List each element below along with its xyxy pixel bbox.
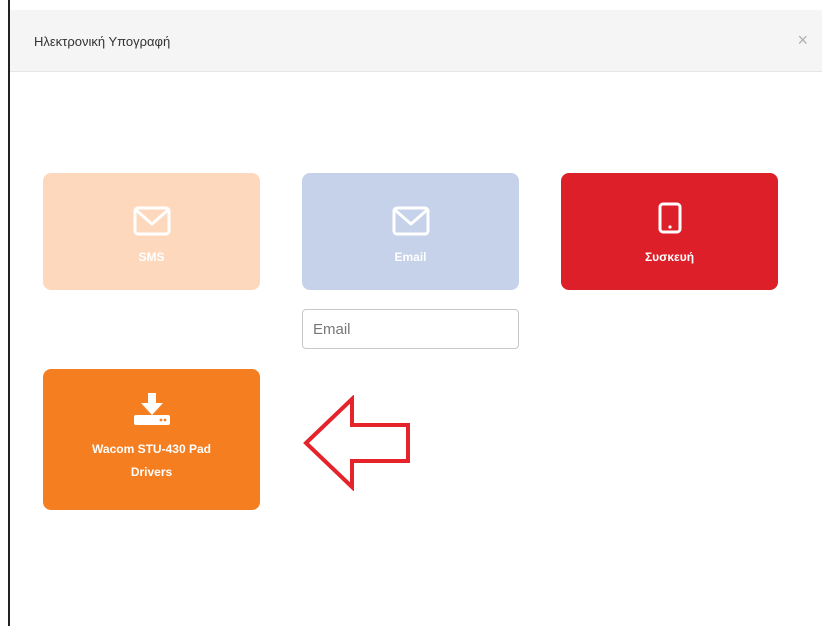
wacom-drivers-label-line1: Wacom STU-430 Pad (92, 442, 211, 456)
window-top-edge (0, 0, 822, 10)
email-button[interactable]: Email (302, 173, 519, 290)
close-icon[interactable]: × (797, 31, 808, 49)
envelope-icon (133, 206, 170, 236)
modal-header: Ηλεκτρονική Υπογραφή × (10, 10, 822, 72)
modal-title: Ηλεκτρονική Υπογραφή (34, 34, 171, 49)
window-left-edge (0, 0, 10, 626)
sms-button-label: SMS (138, 250, 165, 264)
envelope-icon (392, 206, 429, 236)
email-button-label: Email (394, 250, 427, 264)
sms-button[interactable]: SMS (43, 173, 260, 290)
wacom-drivers-label-line2: Drivers (130, 465, 173, 479)
device-button[interactable]: Συσκευή (561, 173, 778, 290)
left-arrow-icon (303, 395, 410, 491)
device-button-label: Συσκευή (644, 250, 695, 264)
tablet-icon (658, 202, 681, 234)
email-input[interactable] (302, 309, 519, 349)
download-icon (133, 393, 170, 425)
wacom-drivers-download-button[interactable]: Wacom STU-430 Pad Drivers (43, 369, 260, 510)
